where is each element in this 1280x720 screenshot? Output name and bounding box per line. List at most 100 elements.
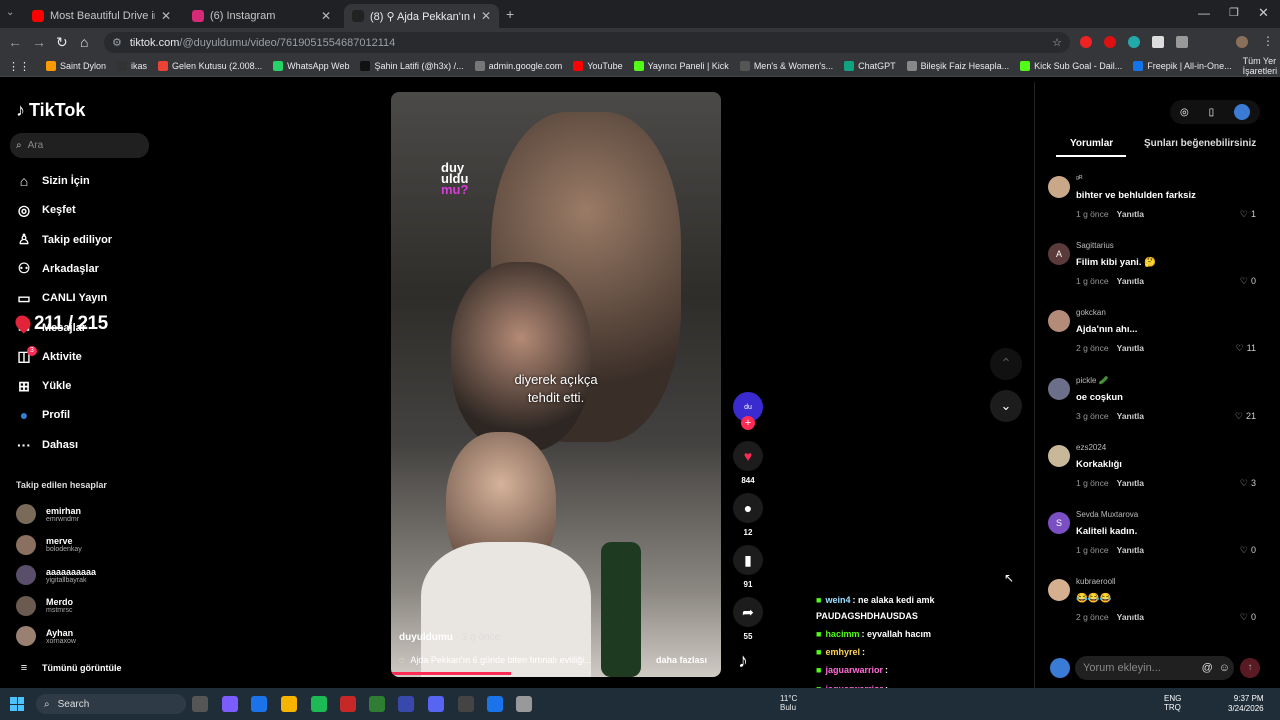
nav-item-compass[interactable]: ◎ Keşfet bbox=[16, 200, 76, 220]
browser-tab[interactable]: Most Beautiful Drive in Los Ange ✕ bbox=[24, 4, 179, 28]
bookmark-item[interactable]: Şahin Latifi (@h3x) /... bbox=[360, 61, 464, 71]
reply-button[interactable]: Yanıtla bbox=[1117, 545, 1144, 555]
maximize-button[interactable]: ❐ bbox=[1229, 6, 1239, 19]
apps-icon[interactable]: ⋮⋮ bbox=[8, 60, 30, 73]
start-icon[interactable] bbox=[10, 697, 24, 711]
taskbar-app-icon[interactable] bbox=[192, 696, 208, 712]
comment-avatar[interactable] bbox=[1048, 377, 1070, 400]
bookmark-item[interactable]: Bileşik Faiz Hesapla... bbox=[906, 61, 1009, 71]
search-input[interactable]: ⌕ Ara bbox=[10, 133, 149, 158]
reply-button[interactable]: Yanıtla bbox=[1117, 478, 1144, 488]
followed-account[interactable]: Merdo mstmrsc bbox=[16, 595, 73, 616]
taskbar-app-icon[interactable] bbox=[222, 696, 238, 712]
tiktok-music-icon[interactable]: ♪ bbox=[738, 650, 748, 673]
bookmark-item[interactable]: Men's & Women's... bbox=[739, 61, 833, 71]
reply-button[interactable]: Yanıtla bbox=[1117, 276, 1144, 286]
extension-icon[interactable] bbox=[1104, 36, 1116, 48]
comment-avatar[interactable] bbox=[1048, 176, 1070, 198]
reply-button[interactable]: Yanıtla bbox=[1117, 612, 1144, 622]
bookmark-item[interactable]: Gelen Kutusu (2.008... bbox=[158, 61, 262, 71]
taskbar-app-icon[interactable] bbox=[281, 696, 297, 712]
taskbar-app-icon[interactable] bbox=[428, 696, 444, 712]
comment-username[interactable]: pickle 🥒 bbox=[1076, 376, 1109, 385]
bookmark-item[interactable]: admin.google.com bbox=[474, 61, 562, 71]
reload-icon[interactable]: ↻ bbox=[56, 34, 68, 51]
tab-close-icon[interactable]: ✕ bbox=[481, 9, 491, 23]
extensions-puzzle-icon[interactable] bbox=[1176, 36, 1188, 48]
home-icon[interactable]: ⌂ bbox=[80, 34, 88, 50]
see-all-following[interactable]: ≡ Tümünü görüntüle bbox=[16, 658, 122, 678]
taskbar-app-icon[interactable] bbox=[369, 696, 385, 712]
comment-username[interactable]: ezs2024 bbox=[1076, 443, 1106, 452]
bookmark-item[interactable]: Yayıncı Paneli | Kick bbox=[633, 61, 729, 71]
like-button[interactable]: ♥ bbox=[733, 441, 763, 471]
comment-button[interactable]: ● bbox=[733, 493, 763, 523]
nav-item-more[interactable]: ··· Dahası bbox=[16, 435, 78, 455]
nav-item-live[interactable]: ▭ CANLI Yayın bbox=[16, 288, 107, 308]
taskbar-app-icon[interactable] bbox=[311, 696, 327, 712]
save-button[interactable]: ▮ bbox=[733, 545, 763, 575]
extension-icon[interactable] bbox=[1080, 36, 1092, 48]
tab-close-icon[interactable]: ✕ bbox=[321, 9, 331, 23]
comment-username[interactable]: ᵍᴿ bbox=[1076, 174, 1083, 183]
device-icon[interactable]: ▯ bbox=[1209, 107, 1215, 118]
reply-button[interactable]: Yanıtla bbox=[1117, 209, 1144, 219]
taskbar-app-icon[interactable] bbox=[398, 696, 414, 712]
nav-item-upload[interactable]: ⊞ Yükle bbox=[16, 376, 71, 396]
nav-item-home[interactable]: ⌂ Sizin İçin bbox=[16, 171, 90, 191]
reply-button[interactable]: Yanıtla bbox=[1117, 411, 1144, 421]
progress-bar[interactable] bbox=[391, 672, 511, 675]
nav-item-friends[interactable]: ⚇ Arkadaşlar bbox=[16, 259, 99, 279]
taskbar-app-icon[interactable] bbox=[251, 696, 267, 712]
menu-kebab-icon[interactable]: ⋮ bbox=[1262, 34, 1274, 48]
send-comment-button[interactable]: ↑ bbox=[1240, 658, 1260, 678]
bookmark-item[interactable]: WhatsApp Web bbox=[273, 61, 349, 71]
taskbar-search[interactable]: ⌕ Search bbox=[36, 694, 186, 714]
next-video-button[interactable]: ⌄ bbox=[990, 390, 1022, 422]
prev-video-button[interactable]: ⌃ bbox=[990, 348, 1022, 380]
comment-avatar[interactable] bbox=[1048, 579, 1070, 602]
bookmark-item[interactable]: ChatGPT bbox=[844, 61, 896, 71]
tab-close-icon[interactable]: ✕ bbox=[161, 9, 171, 23]
comment-avatar[interactable] bbox=[1048, 444, 1070, 467]
comment-avatar[interactable] bbox=[1048, 310, 1070, 333]
bookmark-item[interactable]: Freepik | All-in-One... bbox=[1133, 61, 1232, 71]
comment-like-button[interactable]: ♡ 0 bbox=[1240, 545, 1256, 556]
user-avatar[interactable] bbox=[1234, 104, 1251, 120]
nav-item-profile[interactable]: ● Profil bbox=[16, 405, 70, 425]
comment-username[interactable]: Sevda Muxtarova bbox=[1076, 510, 1138, 519]
bookmark-item[interactable]: YouTube bbox=[573, 61, 623, 71]
comment-username[interactable]: kubraerooll bbox=[1076, 577, 1116, 586]
clock[interactable]: 9:37 PM 3/24/2026 bbox=[1228, 694, 1264, 714]
followed-account[interactable]: merve bolodenkay bbox=[16, 534, 82, 555]
profile-avatar[interactable] bbox=[1236, 36, 1248, 48]
taskbar-app-icon[interactable] bbox=[458, 696, 474, 712]
emoji-icon[interactable]: ☺ bbox=[1219, 662, 1230, 674]
taskbar-app-icon[interactable] bbox=[516, 696, 532, 712]
author-link[interactable]: duyuldumu bbox=[399, 632, 453, 643]
reply-button[interactable]: Yanıtla bbox=[1117, 343, 1144, 353]
compass-icon[interactable]: ◎ bbox=[1180, 107, 1189, 118]
minimize-button[interactable]: — bbox=[1198, 6, 1210, 20]
browser-tab[interactable]: (8) ⚲ Ajda Pekkan'ın 6 gün ✕ bbox=[344, 4, 499, 28]
extension-icon[interactable] bbox=[1152, 36, 1164, 48]
browser-tab[interactable]: (6) Instagram ✕ bbox=[184, 4, 339, 28]
comment-avatar[interactable]: S bbox=[1048, 512, 1070, 534]
video-player[interactable]: duy uldu mu? diyerek açıkça tehdit etti.… bbox=[391, 92, 721, 677]
new-tab-button[interactable]: + bbox=[506, 6, 514, 22]
taskbar-app-icon[interactable] bbox=[487, 696, 503, 712]
nav-item-activity[interactable]: ◫ Aktivite bbox=[16, 347, 81, 367]
bookmark-star-icon[interactable]: ☆ bbox=[1052, 36, 1062, 49]
all-bookmarks[interactable]: Tüm Yer İşaretleri bbox=[1243, 56, 1278, 76]
followed-account[interactable]: emirhan emrwndmr bbox=[16, 504, 81, 524]
tab-comments[interactable]: Yorumlar bbox=[1070, 138, 1113, 149]
creator-avatar-button[interactable]: du + bbox=[733, 392, 763, 430]
comment-like-button[interactable]: ♡ 11 bbox=[1236, 343, 1256, 354]
comment-like-button[interactable]: ♡ 3 bbox=[1240, 478, 1256, 489]
comment-like-button[interactable]: ♡ 0 bbox=[1240, 276, 1256, 287]
tab-search-icon[interactable]: ⌄ bbox=[6, 7, 14, 18]
language-indicator[interactable]: ENG TRQ bbox=[1164, 694, 1181, 712]
bookmark-item[interactable]: ikas bbox=[117, 61, 147, 71]
url-bar[interactable]: ⚙ tiktok.com/@duyuldumu/video/7619051554… bbox=[104, 32, 1070, 53]
back-icon[interactable]: ← bbox=[8, 34, 22, 50]
